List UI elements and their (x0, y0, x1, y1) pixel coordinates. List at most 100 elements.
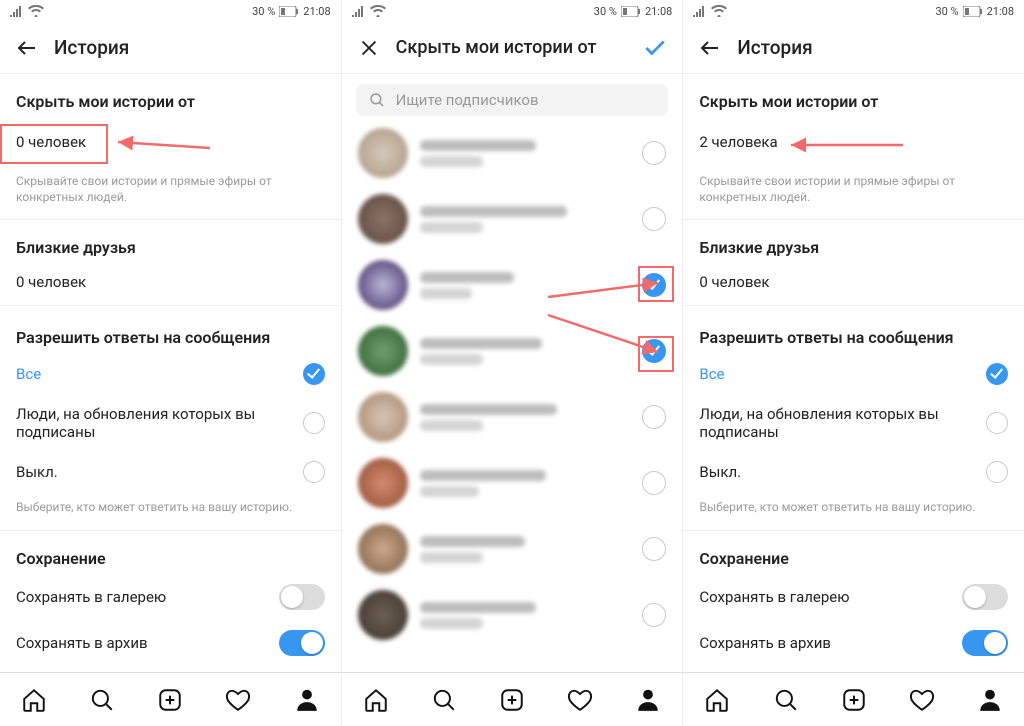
wifi-icon (28, 5, 44, 17)
reply-hint: Выберите, кто может ответить на вашу ист… (683, 493, 1024, 530)
section-hide-story: Скрыть мои истории от (0, 74, 341, 117)
avatar (358, 128, 408, 178)
follower-row[interactable] (342, 318, 683, 384)
radio-icon (303, 461, 325, 483)
close-friends-value[interactable]: 0 человек (0, 263, 341, 301)
avatar (358, 524, 408, 574)
clock: 21:08 (987, 5, 1014, 18)
profile-icon[interactable] (294, 687, 320, 713)
radio-icon (986, 412, 1008, 434)
select-circle-checked[interactable] (642, 339, 666, 363)
select-circle-checked[interactable] (642, 273, 666, 297)
profile-icon[interactable] (977, 687, 1003, 713)
avatar (358, 326, 408, 376)
avatar (358, 590, 408, 640)
select-circle[interactable] (642, 207, 666, 231)
reply-option-off-label: Выкл. (699, 463, 741, 481)
header: История (683, 22, 1024, 74)
follower-row[interactable] (342, 252, 683, 318)
reply-option-all-label: Все (16, 365, 41, 383)
profile-icon[interactable] (635, 687, 661, 713)
follower-row[interactable] (342, 516, 683, 582)
back-button[interactable] (14, 35, 40, 61)
search-icon[interactable] (431, 687, 457, 713)
page-title: История (54, 36, 327, 59)
switch-on-icon[interactable] (962, 630, 1008, 656)
search-placeholder: Ищите подписчиков (396, 91, 539, 109)
signal-icon (10, 5, 24, 17)
follower-row[interactable] (342, 450, 683, 516)
reply-option-all[interactable]: Все (0, 353, 341, 395)
reply-option-followed[interactable]: Люди, на обновления которых вы подписаны (0, 395, 341, 451)
select-circle[interactable] (642, 537, 666, 561)
hide-story-value[interactable]: 0 человек (0, 117, 341, 167)
switch-off-icon[interactable] (279, 584, 325, 610)
status-bar: 30 % 21:08 (0, 0, 341, 22)
heart-icon[interactable] (225, 687, 251, 713)
signal-icon (693, 5, 707, 17)
bottom-nav (342, 672, 683, 726)
hide-story-value[interactable]: 2 человека (683, 117, 1024, 167)
toggle-save-archive[interactable]: Сохранять в архив (683, 620, 1024, 666)
radio-checked-icon (986, 363, 1008, 385)
wifi-icon (711, 5, 727, 17)
follower-row[interactable] (342, 582, 683, 648)
hide-story-hint: Скрывайте свои истории и прямые эфиры от… (0, 167, 341, 220)
reply-option-all[interactable]: Все (683, 353, 1024, 395)
header: История (0, 22, 341, 74)
toggle-save-gallery[interactable]: Сохранять в галерею (0, 574, 341, 620)
toggle-save-gallery[interactable]: Сохранять в галерею (683, 574, 1024, 620)
battery-icon (963, 6, 983, 17)
header: Скрыть мои истории от (342, 22, 683, 74)
battery-percent: 30 % (252, 5, 275, 18)
section-hide-story: Скрыть мои истории от (683, 74, 1024, 117)
home-icon[interactable] (21, 687, 47, 713)
avatar (358, 260, 408, 310)
switch-off-icon[interactable] (962, 584, 1008, 610)
home-icon[interactable] (363, 687, 389, 713)
section-close-friends: Близкие друзья (0, 220, 341, 263)
add-post-icon[interactable] (841, 687, 867, 713)
reply-option-all-label: Все (699, 365, 724, 383)
section-saving: Сохранение (0, 531, 341, 574)
follower-row[interactable] (342, 120, 683, 186)
add-post-icon[interactable] (499, 687, 525, 713)
toggle-save-gallery-label: Сохранять в галерею (16, 588, 166, 606)
select-circle[interactable] (642, 405, 666, 429)
reply-hint: Выберите, кто может ответить на вашу ист… (0, 493, 341, 530)
follower-row[interactable] (342, 186, 683, 252)
follower-row[interactable] (342, 384, 683, 450)
close-friends-value[interactable]: 0 человек (683, 263, 1024, 301)
select-circle[interactable] (642, 141, 666, 165)
settings-content: Скрыть мои истории от 2 человека Скрывай… (683, 74, 1024, 672)
close-button[interactable] (356, 35, 382, 61)
heart-icon[interactable] (567, 687, 593, 713)
panel-hide-story-picker: 30 % 21:08 Скрыть мои истории от Ищите п… (342, 0, 684, 726)
battery-percent: 30 % (935, 5, 958, 18)
reply-option-followed-label: Люди, на обновления которых вы подписаны (699, 405, 961, 441)
search-input[interactable]: Ищите подписчиков (356, 84, 669, 116)
confirm-button[interactable] (642, 35, 668, 61)
select-circle[interactable] (642, 471, 666, 495)
reply-option-off[interactable]: Выкл. (0, 451, 341, 493)
switch-on-icon[interactable] (279, 630, 325, 656)
heart-icon[interactable] (909, 687, 935, 713)
follower-list: Ищите подписчиков (342, 74, 683, 672)
reply-option-off[interactable]: Выкл. (683, 451, 1024, 493)
battery-percent: 30 % (594, 5, 617, 18)
reply-option-followed[interactable]: Люди, на обновления которых вы подписаны (683, 395, 1024, 451)
avatar (358, 392, 408, 442)
page-title: История (737, 36, 1010, 59)
settings-content: Скрыть мои истории от 0 человек Скрывайт… (0, 74, 341, 672)
reply-option-followed-label: Люди, на обновления которых вы подписаны (16, 405, 278, 441)
search-icon[interactable] (89, 687, 115, 713)
toggle-save-gallery-label: Сохранять в галерею (699, 588, 849, 606)
select-circle[interactable] (642, 603, 666, 627)
toggle-save-archive[interactable]: Сохранять в архив (0, 620, 341, 666)
search-icon[interactable] (773, 687, 799, 713)
add-post-icon[interactable] (157, 687, 183, 713)
back-button[interactable] (697, 35, 723, 61)
bottom-nav (683, 672, 1024, 726)
status-bar: 30 % 21:08 (342, 0, 683, 22)
home-icon[interactable] (704, 687, 730, 713)
